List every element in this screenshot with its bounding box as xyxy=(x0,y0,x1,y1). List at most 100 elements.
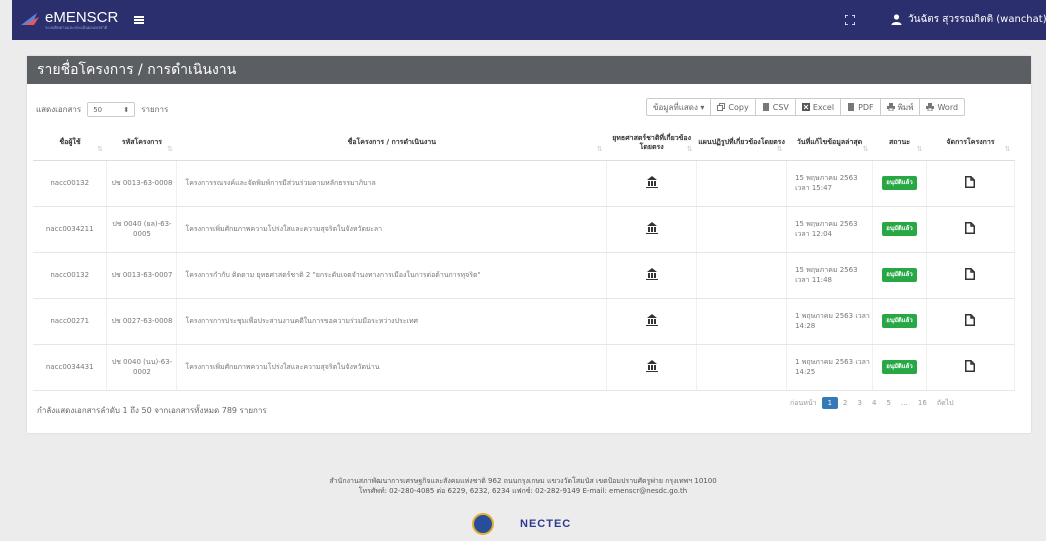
status-badge: อนุมัติแล้ว xyxy=(882,268,917,282)
cell-reform-plan xyxy=(696,298,788,345)
copy-icon xyxy=(717,103,726,111)
status-badge: อนุมัติแล้ว xyxy=(882,360,917,374)
user-menu[interactable]: วันฉัตร สุวรรณกิตติ (wanchat) ▾ xyxy=(891,12,1046,27)
document-icon[interactable] xyxy=(965,267,976,280)
cell-user: nacc00271 xyxy=(33,298,108,345)
show-suffix: รายการ xyxy=(141,105,169,114)
sort-icon: ⇅ xyxy=(862,144,869,153)
app-logo[interactable]: eMENSCR ระบบติดตามและประเมินผลแห่งชาติ xyxy=(20,10,118,30)
footer: สำนักงานสภาพัฒนาการเศรษฐกิจและสังคมแห่งช… xyxy=(0,476,1046,496)
fullscreen-icon[interactable] xyxy=(845,15,855,25)
pagination-prev[interactable]: ก่อนหน้า xyxy=(785,398,822,409)
column-header-last-modified[interactable]: วันที่แก้ไขข้อมูลล่าสุด ⇅ xyxy=(786,126,873,161)
menu-toggle-icon[interactable] xyxy=(134,16,145,24)
cell-status: อนุมัติแล้ว xyxy=(872,252,927,299)
nesdc-seal-icon xyxy=(472,513,494,535)
landmark-icon[interactable] xyxy=(645,313,658,326)
pagination-page-2[interactable]: 2 xyxy=(838,399,852,407)
cell-status: อนุมัติแล้ว xyxy=(872,206,927,253)
sort-icon: ⇅ xyxy=(776,144,783,153)
app-title: eMENSCR xyxy=(45,9,119,26)
export-buttons: ข้อมูลที่แสดง ▾ Copy CSV Excel PDF พิมพ์… xyxy=(646,98,966,116)
sort-icon: ⇅ xyxy=(916,144,923,153)
cell-last-modified: 15 พฤษภาคม 2563 เวลา 15:47 xyxy=(786,160,874,207)
file-excel-icon xyxy=(801,103,810,111)
document-icon[interactable] xyxy=(965,221,976,234)
cell-user: nacc00132 xyxy=(33,160,108,207)
document-icon[interactable] xyxy=(965,313,976,326)
footer-address: สำนักงานสภาพัฒนาการเศรษฐกิจและสังคมแห่งช… xyxy=(329,477,717,485)
page-size-value: 50 xyxy=(93,105,103,114)
pagination-page-3[interactable]: 3 xyxy=(853,399,867,407)
pdf-button[interactable]: PDF xyxy=(840,98,881,116)
page-size-select[interactable]: 50 ⬍ xyxy=(87,102,136,117)
pagination-page-5[interactable]: 5 xyxy=(881,399,895,407)
document-icon[interactable] xyxy=(965,175,976,188)
cell-status: อนุมัติแล้ว xyxy=(872,344,927,391)
cell-user: nacc00132 xyxy=(33,252,108,299)
cell-manage xyxy=(926,298,1016,345)
show-prefix: แสดงเอกสาร xyxy=(36,105,82,114)
sort-icon: ⇅ xyxy=(167,144,173,153)
footer-logos: NECTEC xyxy=(472,513,571,535)
pagination-page-4[interactable]: 4 xyxy=(867,399,881,407)
cell-project-name: โครงการรณรงค์และจัดพิมพ์การมีส่วนร่วมตาม… xyxy=(176,160,608,207)
column-header-strategy[interactable]: ยุทธศาสตร์ชาติที่เกี่ยวข้องโดยตรง ⇅ xyxy=(606,126,697,161)
word-button[interactable]: Word xyxy=(919,98,966,116)
printer-icon xyxy=(926,103,935,111)
cell-user: nacc0034431 xyxy=(33,344,108,391)
table-row: nacc0034431 ปช 0040 (นน)-63-0002 โครงการ… xyxy=(33,344,1016,391)
column-header-status[interactable]: สถานะ ⇅ xyxy=(872,126,927,161)
cell-reform-plan xyxy=(696,252,788,299)
column-visibility-button[interactable]: ข้อมูลที่แสดง ▾ xyxy=(646,98,712,116)
cell-project-name: โครงการการประชุมเพื่อประสานงานคดีในการขอ… xyxy=(176,298,608,345)
landmark-icon[interactable] xyxy=(645,267,658,280)
pagination: ก่อนหน้า 1 2 3 4 5 … 16 ถัดไป xyxy=(785,397,959,409)
pagination-page-1[interactable]: 1 xyxy=(821,397,839,409)
cell-status: อนุมัติแล้ว xyxy=(872,298,927,345)
column-header-manage[interactable]: จัดการโครงการ ⇅ xyxy=(926,126,1015,161)
table-header-row: ชื่อผู้ใช้ ⇅ รหัสโครงการ ⇅ ชื่อโครงการ / ก… xyxy=(33,126,1015,161)
project-list-card: รายชื่อโครงการ / การดำเนินงาน แสดงเอกสาร… xyxy=(27,56,1031,433)
document-icon[interactable] xyxy=(965,359,976,372)
column-header-user[interactable]: ชื่อผู้ใช้ ⇅ xyxy=(33,126,107,161)
select-arrow-icon: ⬍ xyxy=(123,105,130,114)
status-badge: อนุมัติแล้ว xyxy=(882,314,917,328)
table-row: nacc00132 ปช 0013-63-0008 โครงการรณรงค์แ… xyxy=(33,160,1016,207)
column-header-reform-plan[interactable]: แผนปฏิรูปที่เกี่ยวข้องโดยตรง ⇅ xyxy=(696,126,787,161)
page-title: รายชื่อโครงการ / การดำเนินงาน xyxy=(27,56,1031,84)
cell-reform-plan xyxy=(696,344,788,391)
printer-icon xyxy=(886,103,895,111)
copy-button[interactable]: Copy xyxy=(710,98,756,116)
cell-reform-plan xyxy=(696,206,788,253)
user-name: วันฉัตร สุวรรณกิตติ (wanchat) xyxy=(908,14,1046,25)
cell-code: ปช 0013-63-0007 xyxy=(106,252,178,299)
cell-last-modified: 15 พฤษภาคม 2563 เวลา 12:04 xyxy=(786,206,874,253)
landmark-icon[interactable] xyxy=(645,175,658,188)
column-header-code[interactable]: รหัสโครงการ ⇅ xyxy=(106,126,177,161)
cell-strategy xyxy=(606,298,698,345)
cell-strategy xyxy=(606,344,698,391)
pagination-page-16[interactable]: 16 xyxy=(913,399,932,407)
cell-reform-plan xyxy=(696,160,788,207)
pagination-next[interactable]: ถัดไป xyxy=(932,398,959,409)
print-button[interactable]: พิมพ์ xyxy=(879,98,921,116)
cell-code: ปช 0040 (ยล)-63-0005 xyxy=(106,206,178,253)
csv-button[interactable]: CSV xyxy=(754,98,796,116)
landmark-icon[interactable] xyxy=(645,221,658,234)
landmark-icon[interactable] xyxy=(645,359,658,372)
cell-manage xyxy=(926,344,1016,391)
column-header-project-name[interactable]: ชื่อโครงการ / การดำเนินงาน ⇅ xyxy=(176,126,607,161)
file-csv-icon xyxy=(762,103,769,111)
cell-project-name: โครงการเพิ่มศักยภาพความโปร่งใสและความสุจ… xyxy=(176,344,608,391)
cell-user: nacc0034211 xyxy=(33,206,108,253)
page-size-control: แสดงเอกสาร 50 ⬍ รายการ xyxy=(36,102,168,117)
table-info: กำลังแสดงเอกสารลำดับ 1 ถึง 50 จากเอกสารท… xyxy=(37,406,267,415)
cell-last-modified: 15 พฤษภาคม 2563 เวลา 11:48 xyxy=(786,252,874,299)
cell-code: ปช 0027-63-0008 xyxy=(106,298,178,345)
excel-button[interactable]: Excel xyxy=(794,98,842,116)
cell-strategy xyxy=(606,160,698,207)
nectec-logo: NECTEC xyxy=(520,518,572,530)
app-subtitle: ระบบติดตามและประเมินผลแห่งชาติ xyxy=(45,25,108,30)
pagination-ellipsis: … xyxy=(900,399,908,407)
